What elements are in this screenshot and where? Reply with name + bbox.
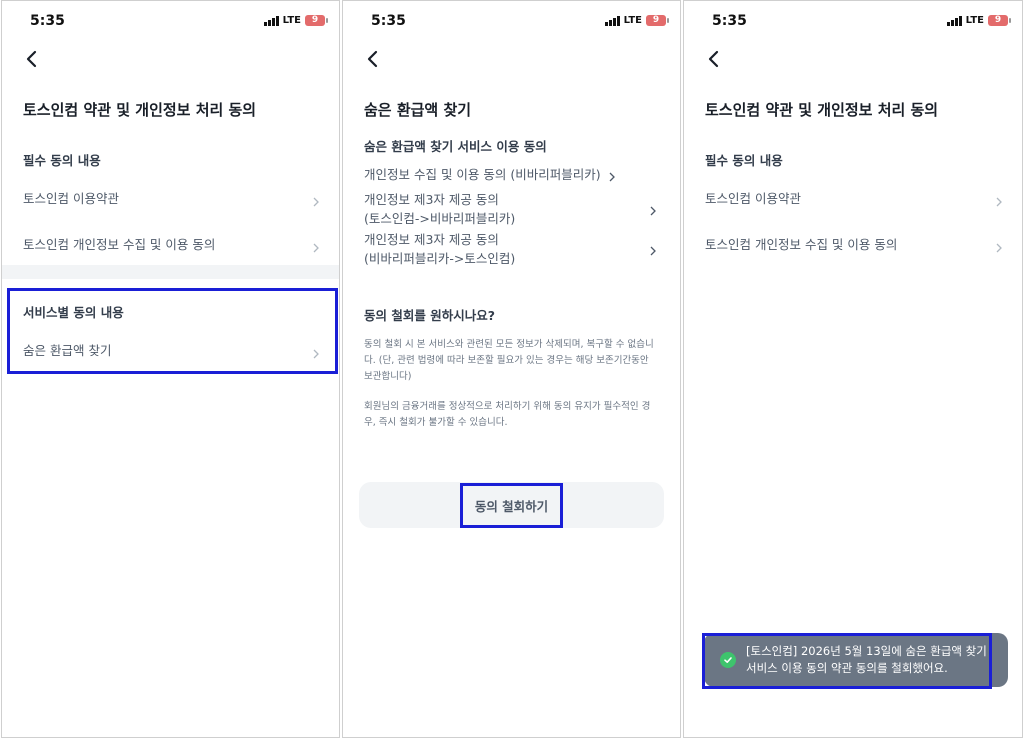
page-title: 토스인컴 약관 및 개인정보 처리 동의	[23, 101, 257, 119]
highlight-box	[702, 633, 992, 689]
terms-item-label: 토스인컴 개인정보 수집 및 이용 동의	[23, 236, 216, 252]
consent-link-label: 개인정보 제3자 제공 동의	[364, 192, 499, 207]
service-consent-heading: 숨은 환급액 찾기 서비스 이용 동의	[364, 139, 547, 154]
withdraw-notice-1: 동의 철회 시 본 서비스와 관련된 모든 정보가 삭제되며, 복구할 수 없습…	[364, 339, 654, 382]
consent-link-collection[interactable]: 개인정보 수집 및 이용 동의 (비바리퍼블리카)	[364, 165, 658, 184]
chevron-right-icon	[648, 204, 658, 216]
consent-link-third-party-2[interactable]: 개인정보 제3자 제공 동의 (비바리퍼블리카->토스인컴)	[364, 230, 658, 268]
terms-item-label: 토스인컴 이용약관	[705, 190, 801, 206]
terms-item-usage[interactable]: 토스인컴 이용약관	[684, 175, 1022, 219]
terms-item-privacy[interactable]: 토스인컴 개인정보 수집 및 이용 동의	[2, 221, 339, 265]
battery-icon: 9	[988, 15, 1011, 26]
status-bar: 5:35 LTE 9	[684, 1, 1022, 43]
highlight-box	[7, 288, 338, 374]
required-heading: 필수 동의 내용	[705, 153, 783, 168]
page-title: 숨은 환급액 찾기	[364, 101, 472, 119]
status-bar: 5:35 LTE 9	[343, 1, 680, 43]
network-type: LTE	[623, 15, 642, 26]
chevron-right-icon	[311, 192, 321, 207]
consent-link-sublabel: (토스인컴->비바리퍼블리카)	[364, 211, 516, 226]
signal-icon	[604, 15, 620, 26]
withdraw-button-container[interactable]: 동의 철회하기	[359, 482, 664, 528]
consent-link-label: 개인정보 제3자 제공 동의	[364, 232, 499, 247]
terms-item-label: 토스인컴 이용약관	[23, 190, 119, 206]
back-arrow-icon[interactable]	[702, 47, 726, 71]
required-heading: 필수 동의 내용	[23, 153, 101, 168]
chevron-right-icon	[648, 244, 658, 256]
consent-link-third-party-1[interactable]: 개인정보 제3자 제공 동의 (토스인컴->비바리퍼블리카)	[364, 190, 658, 228]
signal-icon	[946, 15, 962, 26]
status-time: 5:35	[371, 13, 406, 29]
chevron-right-icon	[607, 170, 617, 181]
page-title: 토스인컴 약관 및 개인정보 처리 동의	[705, 101, 939, 119]
chevron-right-icon	[994, 192, 1004, 207]
terms-item-privacy[interactable]: 토스인컴 개인정보 수집 및 이용 동의	[684, 221, 1022, 265]
terms-item-label: 토스인컴 개인정보 수집 및 이용 동의	[705, 236, 898, 252]
chevron-right-icon	[311, 238, 321, 253]
back-arrow-icon[interactable]	[361, 47, 385, 71]
status-bar: 5:35 LTE 9	[2, 1, 339, 43]
status-indicators: LTE 9	[946, 15, 1011, 26]
status-indicators: LTE 9	[604, 15, 669, 26]
screen-service-detail: 5:35 LTE 9 숨은 환급액 찾기 숨은 환급액 찾기 서비스 이용 동의…	[342, 0, 681, 738]
screen-terms-after-withdraw: 5:35 LTE 9 토스인컴 약관 및 개인정보 처리 동의 필수 동의 내용…	[683, 0, 1023, 738]
withdraw-notice-2: 회원님의 금융거래를 정상적으로 처리하기 위해 동의 유지가 필수적인 경우,…	[364, 401, 651, 428]
screen-terms-list: 5:35 LTE 9 토스인컴 약관 및 개인정보 처리 동의 필수 동의 내용…	[1, 0, 340, 738]
network-type: LTE	[965, 15, 984, 26]
network-type: LTE	[282, 15, 301, 26]
consent-link-sublabel: (비바리퍼블리카->토스인컴)	[364, 251, 516, 266]
withdraw-question: 동의 철회를 원하시나요?	[364, 308, 495, 323]
status-indicators: LTE 9	[263, 15, 328, 26]
back-arrow-icon[interactable]	[20, 47, 44, 71]
status-time: 5:35	[712, 13, 747, 29]
terms-item-usage[interactable]: 토스인컴 이용약관	[2, 175, 339, 219]
withdraw-consent-button[interactable]: 동의 철회하기	[459, 482, 564, 528]
chevron-right-icon	[994, 238, 1004, 253]
battery-icon: 9	[305, 15, 328, 26]
battery-icon: 9	[646, 15, 669, 26]
status-time: 5:35	[30, 13, 65, 29]
consent-link-label: 개인정보 수집 및 이용 동의 (비바리퍼블리카)	[364, 167, 601, 182]
section-divider	[2, 265, 339, 279]
signal-icon	[263, 15, 279, 26]
